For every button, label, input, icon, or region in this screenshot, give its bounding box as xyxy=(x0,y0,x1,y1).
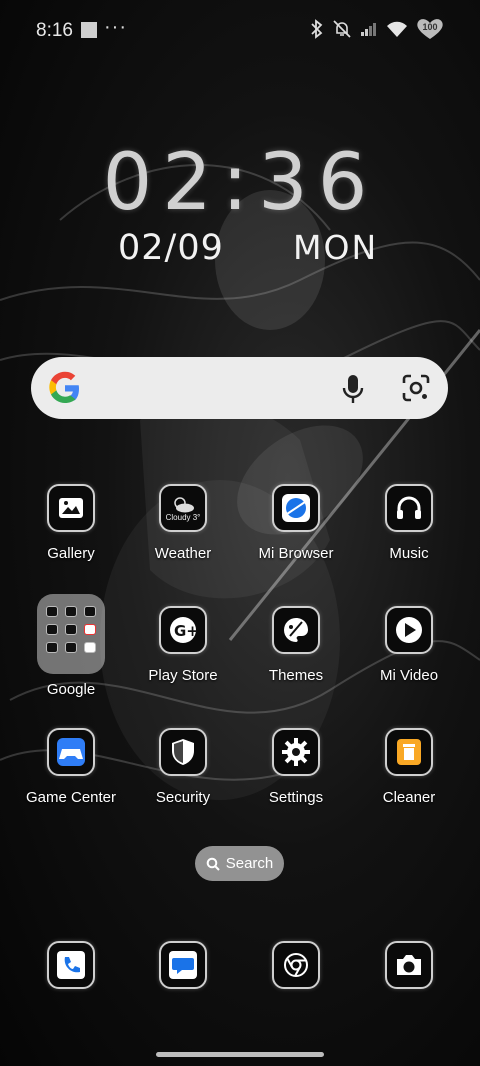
gallery-icon xyxy=(47,484,95,532)
app-label: Music xyxy=(389,545,429,562)
app-label: Play Store xyxy=(148,667,218,684)
folder-icon xyxy=(37,594,105,674)
battery-icon: 100 xyxy=(416,18,444,40)
wifi-icon xyxy=(387,21,407,37)
app-search-button[interactable]: Search xyxy=(195,846,284,881)
dock-messages[interactable] xyxy=(128,941,238,989)
app-label: Settings xyxy=(268,789,324,806)
status-icons: 100 xyxy=(310,18,444,40)
app-gallery[interactable]: Gallery xyxy=(16,484,126,562)
signal-icon xyxy=(361,23,376,36)
app-label: Mi Video xyxy=(379,667,439,684)
mute-icon xyxy=(333,20,351,38)
app-label: Mi Browser xyxy=(258,545,334,562)
app-label: Cleaner xyxy=(382,789,436,806)
messages-icon xyxy=(159,941,207,989)
app-music[interactable]: Music xyxy=(354,484,464,562)
search-icon xyxy=(206,857,220,871)
bluetooth-icon xyxy=(311,19,323,39)
gamepad-icon xyxy=(47,728,95,776)
app-mi-video[interactable]: Mi Video xyxy=(354,606,464,684)
search-label: Search xyxy=(225,855,274,872)
svg-text:G+: G+ xyxy=(174,622,198,640)
folder-google[interactable]: Google xyxy=(16,594,126,698)
app-settings[interactable]: Settings xyxy=(241,728,351,806)
app-label: Gallery xyxy=(47,545,95,562)
trash-icon xyxy=(385,728,433,776)
google-lens-icon[interactable] xyxy=(401,373,431,403)
more-notifications-icon: ··· xyxy=(104,16,127,38)
gear-icon xyxy=(272,728,320,776)
phone-icon xyxy=(47,941,95,989)
palette-icon xyxy=(272,606,320,654)
camera-icon xyxy=(385,941,433,989)
dock-chrome[interactable] xyxy=(241,941,351,989)
play-circle-icon xyxy=(385,606,433,654)
app-label: Weather xyxy=(154,545,212,562)
clock-time[interactable]: 02:36 xyxy=(0,138,480,228)
app-security[interactable]: Security xyxy=(128,728,238,806)
microphone-icon[interactable] xyxy=(339,373,367,405)
status-time: 8:16 xyxy=(36,20,73,41)
headphones-icon xyxy=(385,484,433,532)
notification-square-icon xyxy=(81,22,97,38)
dock-phone[interactable] xyxy=(16,941,126,989)
clock-day: MON xyxy=(293,228,379,267)
google-search-bar[interactable] xyxy=(31,357,448,419)
status-bar: 8:16 ··· 100 xyxy=(0,0,480,60)
app-label: Game Center xyxy=(25,789,117,806)
shield-icon xyxy=(159,728,207,776)
app-label: Google xyxy=(46,681,96,698)
browser-icon xyxy=(272,484,320,532)
google-g-icon xyxy=(49,371,79,403)
app-label: Themes xyxy=(268,667,324,684)
play-store-icon: G+ xyxy=(159,606,207,654)
weather-condition: Cloudy 3° xyxy=(165,512,201,522)
app-game-center[interactable]: Game Center xyxy=(16,728,126,806)
clock-date: 02/09 xyxy=(118,228,224,268)
app-label: Security xyxy=(155,789,211,806)
app-weather[interactable]: Cloudy 3° Weather xyxy=(128,484,238,562)
gesture-home-bar[interactable] xyxy=(156,1052,324,1057)
chrome-icon xyxy=(272,941,320,989)
app-play-store[interactable]: G+ Play Store xyxy=(128,606,238,684)
app-cleaner[interactable]: Cleaner xyxy=(354,728,464,806)
app-themes[interactable]: Themes xyxy=(241,606,351,684)
weather-icon: Cloudy 3° xyxy=(159,484,207,532)
battery-level: 100 xyxy=(422,22,438,32)
app-mi-browser[interactable]: Mi Browser xyxy=(241,484,351,562)
dock-camera[interactable] xyxy=(354,941,464,989)
